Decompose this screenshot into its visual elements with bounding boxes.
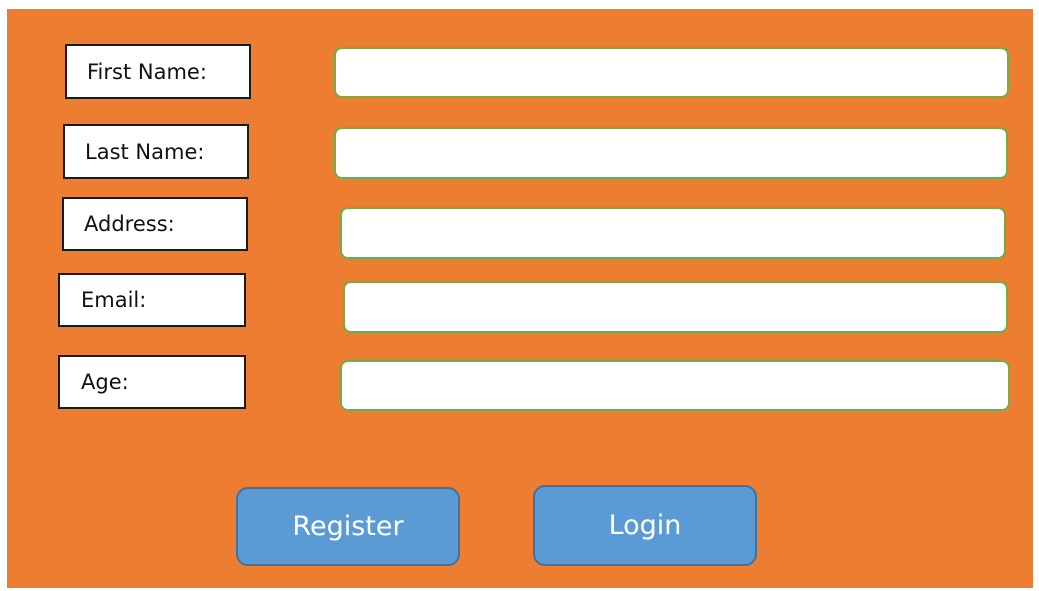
- first-name-input[interactable]: [334, 47, 1009, 98]
- registration-form-panel: First Name: Last Name: Address: Email: A…: [7, 9, 1033, 588]
- login-button[interactable]: Login: [533, 485, 757, 566]
- age-label: Age:: [58, 355, 246, 409]
- last-name-input[interactable]: [334, 127, 1008, 179]
- first-name-label: First Name:: [65, 44, 251, 99]
- email-input[interactable]: [343, 281, 1008, 333]
- email-label: Email:: [58, 273, 246, 327]
- register-button[interactable]: Register: [236, 487, 460, 566]
- age-input[interactable]: [340, 360, 1010, 411]
- address-label: Address:: [62, 197, 248, 251]
- last-name-label: Last Name:: [63, 124, 249, 179]
- address-input[interactable]: [340, 207, 1006, 259]
